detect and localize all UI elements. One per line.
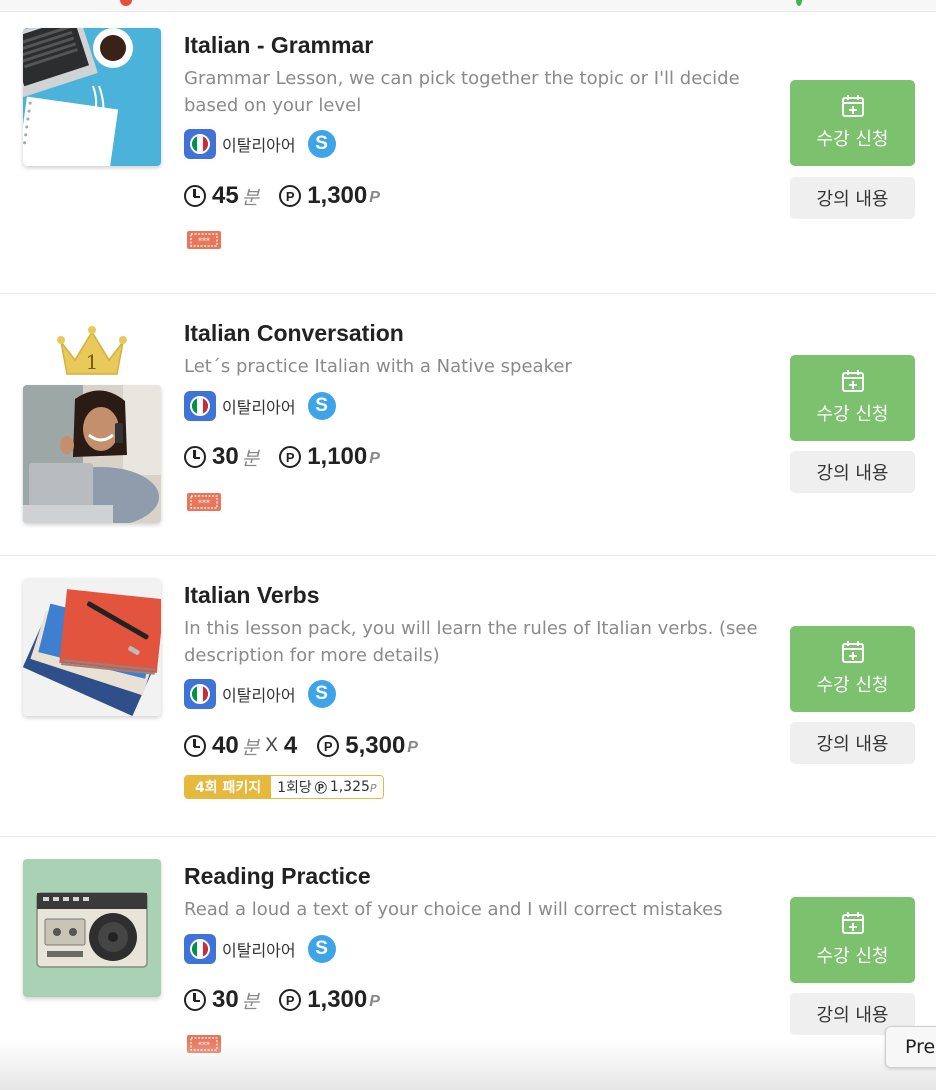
ticket-icon: *** [187,231,221,249]
italy-flag-icon [184,391,216,421]
skype-icon: S [307,680,336,708]
price-unit: P [369,993,380,1010]
status-dot-red [120,0,132,6]
woman-on-phone-image [23,385,161,523]
lesson-price-row: 40 분 X 4 P 5,300 P [184,731,418,761]
skype-icon: S [307,935,336,963]
lesson-tags: 이탈리아어 S [184,391,336,421]
rank-number: 1 [86,350,99,374]
price-unit: P [369,450,380,467]
package-label: 4회 패키지 [185,776,272,798]
italy-flag-icon [184,129,216,159]
lesson-thumbnail[interactable] [23,578,161,716]
duration-unit: 분 [241,448,260,470]
point-icon: Ⓟ [314,780,327,795]
skype-icon: S [307,392,336,420]
point-icon: P [317,735,340,757]
lesson-card: 1 Italian Conversation Let´s practice It… [0,294,936,556]
lesson-title[interactable]: Reading Practice [184,863,371,890]
lesson-title[interactable]: Italian Verbs [184,582,320,609]
per-session-label: 1회당 [277,780,312,796]
notebooks-pen-image [23,578,161,716]
clock-icon [184,989,206,1011]
multiplier: X [265,735,278,756]
lesson-description: In this lesson pack, you will learn the … [184,618,758,666]
enroll-button[interactable]: 수강 신청 [790,80,915,166]
duration-value: 30 [212,986,239,1013]
lesson-tags: 이탈리아어 S [184,129,336,159]
lesson-thumbnail[interactable] [23,28,161,166]
cassette-radio-image [23,859,161,997]
clock-icon [184,446,206,468]
italy-flag-icon [184,679,216,709]
enroll-button[interactable]: 수강 신청 [790,355,915,441]
laptop-coffee-notebook-image [23,28,161,166]
price-value: 1,300 [307,986,368,1013]
lesson-thumbnail[interactable] [23,385,161,523]
lesson-price-row: 30 분 P 1,100 P [184,442,380,472]
language-label: 이탈리아어 [222,398,296,417]
language-label: 이탈리아어 [222,686,296,705]
point-icon: P [279,185,302,207]
language-label: 이탈리아어 [222,136,296,155]
lesson-title[interactable]: Italian Conversation [184,320,404,347]
calendar-plus-icon [841,912,864,934]
per-session-unit: P [369,782,377,795]
point-icon: P [279,446,302,468]
lesson-detail-button[interactable]: 강의 내용 [790,722,915,764]
skype-icon: S [307,130,336,158]
svg-text:***: *** [198,499,210,508]
enroll-button[interactable]: 수강 신청 [790,897,915,983]
lesson-tags: 이탈리아어 S [184,679,336,709]
lesson-detail-button[interactable]: 강의 내용 [790,451,915,493]
enroll-button-label: 수강 신청 [816,675,889,696]
crown-rank-icon: 1 [57,326,127,375]
duration-unit: 분 [241,991,260,1013]
lesson-title[interactable]: Italian - Grammar [184,32,373,59]
lesson-price-row: 45 분 P 1,300 P [184,181,380,211]
price-value: 1,100 [307,443,368,470]
duration-value: 30 [212,443,239,470]
duration-value: 40 [212,732,239,759]
point-icon: P [279,989,302,1011]
price-value: 5,300 [345,732,406,759]
top-strip [0,0,936,12]
lesson-card: Italian Verbs In this lesson pack, you w… [0,556,936,837]
price-value: 1,300 [307,182,368,209]
ticket-icon: *** [187,493,221,511]
lesson-tags: 이탈리아어 S [184,934,336,964]
per-session-price: 1회당 Ⓟ 1,325 P [271,776,383,798]
price-unit: P [369,189,380,206]
calendar-plus-icon [841,641,864,663]
enroll-button[interactable]: 수강 신청 [790,626,915,712]
lesson-detail-button[interactable]: 강의 내용 [790,177,915,219]
duration-value: 45 [212,182,239,209]
lesson-description: Let´s practice Italian with a Native spe… [184,356,572,377]
enroll-button-label: 수강 신청 [816,129,889,150]
bottom-fade [0,1040,936,1090]
clock-icon [184,185,206,207]
duration-unit: 분 [241,737,260,759]
enroll-button-label: 수강 신청 [816,404,889,425]
lesson-thumbnail[interactable] [23,859,161,997]
price-unit: P [407,739,418,756]
lesson-description: Read a loud a text of your choice and I … [184,899,723,920]
calendar-plus-icon [841,95,864,117]
svg-text:***: *** [198,237,210,246]
calendar-plus-icon [841,370,864,392]
lesson-description: Grammar Lesson, we can pick together the… [184,68,740,116]
prev-page-button[interactable]: Pre [885,1026,936,1068]
session-count: 4 [283,732,298,759]
lesson-price-row: 30 분 P 1,300 P [184,985,380,1015]
per-session-value: 1,325 [329,779,370,795]
clock-icon [184,735,206,757]
language-label: 이탈리아어 [222,941,296,960]
enroll-button-label: 수강 신청 [816,946,889,967]
italy-flag-icon [184,934,216,964]
duration-unit: 분 [241,187,260,209]
package-badge: 4회 패키지 1회당 Ⓟ 1,325 P [184,775,384,799]
status-dot-green [796,0,802,6]
lesson-card: Italian - Grammar Grammar Lesson, we can… [0,12,936,294]
